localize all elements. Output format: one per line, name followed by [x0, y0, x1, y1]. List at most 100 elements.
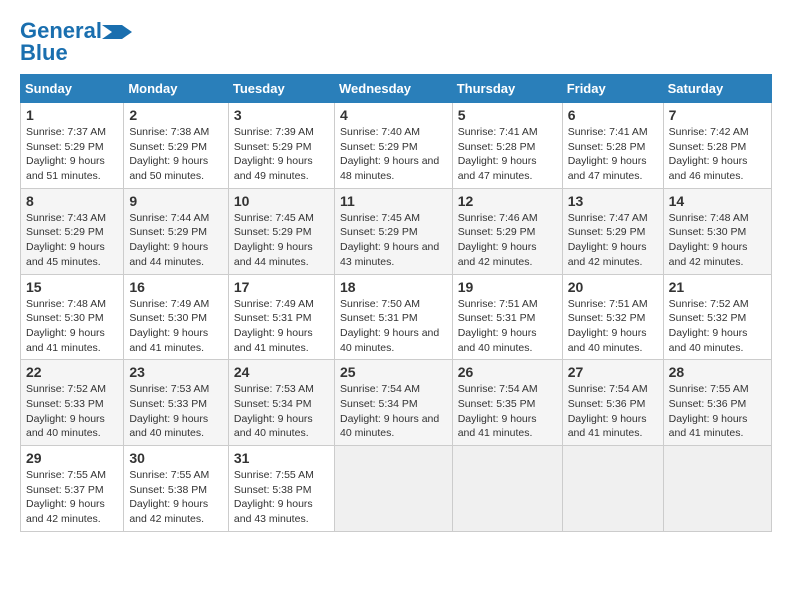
day-number: 5: [458, 107, 557, 123]
day-info: Sunrise: 7:51 AMSunset: 5:32 PMDaylight:…: [568, 298, 648, 354]
weekday-header: Friday: [562, 75, 663, 103]
logo: General Blue: [20, 20, 132, 64]
day-info: Sunrise: 7:46 AMSunset: 5:29 PMDaylight:…: [458, 212, 538, 268]
day-number: 29: [26, 450, 118, 466]
day-info: Sunrise: 7:37 AMSunset: 5:29 PMDaylight:…: [26, 126, 106, 182]
day-info: Sunrise: 7:53 AMSunset: 5:33 PMDaylight:…: [129, 383, 209, 439]
day-number: 16: [129, 279, 223, 295]
calendar-day-cell: 10 Sunrise: 7:45 AMSunset: 5:29 PMDaylig…: [228, 188, 334, 274]
calendar-day-cell: 2 Sunrise: 7:38 AMSunset: 5:29 PMDayligh…: [124, 103, 229, 189]
day-number: 27: [568, 364, 658, 380]
day-info: Sunrise: 7:55 AMSunset: 5:38 PMDaylight:…: [129, 469, 209, 525]
day-number: 28: [669, 364, 766, 380]
day-info: Sunrise: 7:45 AMSunset: 5:29 PMDaylight:…: [234, 212, 314, 268]
day-info: Sunrise: 7:55 AMSunset: 5:38 PMDaylight:…: [234, 469, 314, 525]
weekday-header: Wednesday: [334, 75, 452, 103]
day-info: Sunrise: 7:55 AMSunset: 5:36 PMDaylight:…: [669, 383, 749, 439]
calendar-day-cell: 23 Sunrise: 7:53 AMSunset: 5:33 PMDaylig…: [124, 360, 229, 446]
calendar-day-cell: 11 Sunrise: 7:45 AMSunset: 5:29 PMDaylig…: [334, 188, 452, 274]
calendar-day-cell: 18 Sunrise: 7:50 AMSunset: 5:31 PMDaylig…: [334, 274, 452, 360]
logo-blue-text: Blue: [20, 42, 68, 64]
day-number: 2: [129, 107, 223, 123]
day-number: 15: [26, 279, 118, 295]
day-number: 20: [568, 279, 658, 295]
day-number: 7: [669, 107, 766, 123]
day-info: Sunrise: 7:54 AMSunset: 5:35 PMDaylight:…: [458, 383, 538, 439]
calendar-day-cell: 16 Sunrise: 7:49 AMSunset: 5:30 PMDaylig…: [124, 274, 229, 360]
calendar-day-cell: 7 Sunrise: 7:42 AMSunset: 5:28 PMDayligh…: [663, 103, 771, 189]
day-number: 9: [129, 193, 223, 209]
calendar-day-cell: 13 Sunrise: 7:47 AMSunset: 5:29 PMDaylig…: [562, 188, 663, 274]
calendar-day-cell: 6 Sunrise: 7:41 AMSunset: 5:28 PMDayligh…: [562, 103, 663, 189]
day-info: Sunrise: 7:50 AMSunset: 5:31 PMDaylight:…: [340, 298, 439, 354]
day-info: Sunrise: 7:42 AMSunset: 5:28 PMDaylight:…: [669, 126, 749, 182]
day-info: Sunrise: 7:40 AMSunset: 5:29 PMDaylight:…: [340, 126, 439, 182]
weekday-header: Sunday: [21, 75, 124, 103]
calendar-day-cell: 15 Sunrise: 7:48 AMSunset: 5:30 PMDaylig…: [21, 274, 124, 360]
calendar-day-cell: [663, 446, 771, 532]
day-number: 11: [340, 193, 447, 209]
weekday-header: Tuesday: [228, 75, 334, 103]
calendar-day-cell: [334, 446, 452, 532]
calendar-header-row: SundayMondayTuesdayWednesdayThursdayFrid…: [21, 75, 772, 103]
day-info: Sunrise: 7:49 AMSunset: 5:30 PMDaylight:…: [129, 298, 209, 354]
weekday-header: Monday: [124, 75, 229, 103]
weekday-header: Saturday: [663, 75, 771, 103]
day-info: Sunrise: 7:43 AMSunset: 5:29 PMDaylight:…: [26, 212, 106, 268]
day-number: 19: [458, 279, 557, 295]
day-number: 10: [234, 193, 329, 209]
day-number: 8: [26, 193, 118, 209]
day-number: 30: [129, 450, 223, 466]
calendar-day-cell: 25 Sunrise: 7:54 AMSunset: 5:34 PMDaylig…: [334, 360, 452, 446]
day-info: Sunrise: 7:52 AMSunset: 5:33 PMDaylight:…: [26, 383, 106, 439]
day-info: Sunrise: 7:48 AMSunset: 5:30 PMDaylight:…: [26, 298, 106, 354]
day-info: Sunrise: 7:54 AMSunset: 5:36 PMDaylight:…: [568, 383, 648, 439]
logo-icon: [102, 25, 132, 39]
calendar-day-cell: 12 Sunrise: 7:46 AMSunset: 5:29 PMDaylig…: [452, 188, 562, 274]
calendar-day-cell: 22 Sunrise: 7:52 AMSunset: 5:33 PMDaylig…: [21, 360, 124, 446]
day-number: 3: [234, 107, 329, 123]
day-number: 12: [458, 193, 557, 209]
day-info: Sunrise: 7:53 AMSunset: 5:34 PMDaylight:…: [234, 383, 314, 439]
day-info: Sunrise: 7:41 AMSunset: 5:28 PMDaylight:…: [568, 126, 648, 182]
calendar-day-cell: 30 Sunrise: 7:55 AMSunset: 5:38 PMDaylig…: [124, 446, 229, 532]
calendar-day-cell: 20 Sunrise: 7:51 AMSunset: 5:32 PMDaylig…: [562, 274, 663, 360]
day-number: 1: [26, 107, 118, 123]
day-info: Sunrise: 7:55 AMSunset: 5:37 PMDaylight:…: [26, 469, 106, 525]
page-header: General Blue: [20, 20, 772, 64]
calendar-day-cell: 9 Sunrise: 7:44 AMSunset: 5:29 PMDayligh…: [124, 188, 229, 274]
calendar-day-cell: 24 Sunrise: 7:53 AMSunset: 5:34 PMDaylig…: [228, 360, 334, 446]
calendar-day-cell: 5 Sunrise: 7:41 AMSunset: 5:28 PMDayligh…: [452, 103, 562, 189]
day-number: 24: [234, 364, 329, 380]
day-number: 31: [234, 450, 329, 466]
day-number: 21: [669, 279, 766, 295]
day-number: 23: [129, 364, 223, 380]
calendar-day-cell: 17 Sunrise: 7:49 AMSunset: 5:31 PMDaylig…: [228, 274, 334, 360]
calendar-day-cell: 19 Sunrise: 7:51 AMSunset: 5:31 PMDaylig…: [452, 274, 562, 360]
calendar-day-cell: 4 Sunrise: 7:40 AMSunset: 5:29 PMDayligh…: [334, 103, 452, 189]
calendar-week-row: 1 Sunrise: 7:37 AMSunset: 5:29 PMDayligh…: [21, 103, 772, 189]
calendar-day-cell: 28 Sunrise: 7:55 AMSunset: 5:36 PMDaylig…: [663, 360, 771, 446]
day-info: Sunrise: 7:44 AMSunset: 5:29 PMDaylight:…: [129, 212, 209, 268]
calendar-day-cell: [562, 446, 663, 532]
calendar-week-row: 15 Sunrise: 7:48 AMSunset: 5:30 PMDaylig…: [21, 274, 772, 360]
day-info: Sunrise: 7:47 AMSunset: 5:29 PMDaylight:…: [568, 212, 648, 268]
calendar-day-cell: 21 Sunrise: 7:52 AMSunset: 5:32 PMDaylig…: [663, 274, 771, 360]
day-number: 4: [340, 107, 447, 123]
day-number: 18: [340, 279, 447, 295]
calendar-day-cell: 8 Sunrise: 7:43 AMSunset: 5:29 PMDayligh…: [21, 188, 124, 274]
day-info: Sunrise: 7:49 AMSunset: 5:31 PMDaylight:…: [234, 298, 314, 354]
calendar-body: 1 Sunrise: 7:37 AMSunset: 5:29 PMDayligh…: [21, 103, 772, 532]
day-number: 17: [234, 279, 329, 295]
day-info: Sunrise: 7:51 AMSunset: 5:31 PMDaylight:…: [458, 298, 538, 354]
day-number: 26: [458, 364, 557, 380]
calendar-day-cell: 29 Sunrise: 7:55 AMSunset: 5:37 PMDaylig…: [21, 446, 124, 532]
day-number: 13: [568, 193, 658, 209]
day-info: Sunrise: 7:52 AMSunset: 5:32 PMDaylight:…: [669, 298, 749, 354]
logo-text: General: [20, 20, 102, 42]
calendar-day-cell: 3 Sunrise: 7:39 AMSunset: 5:29 PMDayligh…: [228, 103, 334, 189]
calendar-week-row: 22 Sunrise: 7:52 AMSunset: 5:33 PMDaylig…: [21, 360, 772, 446]
calendar-day-cell: [452, 446, 562, 532]
day-number: 22: [26, 364, 118, 380]
day-info: Sunrise: 7:38 AMSunset: 5:29 PMDaylight:…: [129, 126, 209, 182]
